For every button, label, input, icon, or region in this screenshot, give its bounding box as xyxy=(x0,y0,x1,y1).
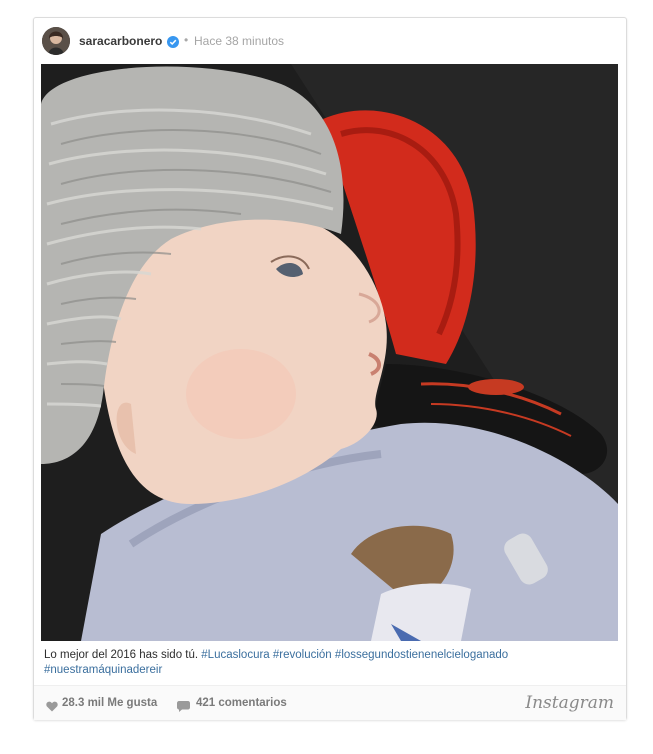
hashtag-link[interactable]: #nuestramáquinadereir xyxy=(44,664,162,676)
hashtag-link[interactable]: #lossegundostienenelcieloganado xyxy=(335,649,508,661)
heart-icon[interactable] xyxy=(46,699,58,712)
hashtag-link[interactable]: #Lucaslocura xyxy=(201,649,269,661)
comment-bubble-icon[interactable] xyxy=(177,699,190,712)
separator-dot: • xyxy=(184,33,189,47)
instagram-logo[interactable]: Instagram xyxy=(525,693,614,713)
post-footer: 28.3 mil Me gusta 421 comentarios Instag… xyxy=(34,685,626,720)
comments-count[interactable]: 421 comentarios xyxy=(196,697,287,709)
username[interactable]: saracarbonero xyxy=(79,34,162,48)
instagram-post-card: saracarbonero • Hace 38 minutos Lo mejor… xyxy=(33,17,627,720)
post-timestamp[interactable]: Hace 38 minutos xyxy=(194,34,284,48)
verified-badge-icon xyxy=(167,35,179,48)
post-photo[interactable] xyxy=(41,64,618,641)
post-header: saracarbonero • Hace 38 minutos xyxy=(34,18,626,64)
likes-count[interactable]: 28.3 mil Me gusta xyxy=(62,697,157,709)
avatar[interactable] xyxy=(42,27,70,55)
caption-text: Lo mejor del 2016 has sido tú. xyxy=(44,649,202,661)
hashtag-link[interactable]: #revolución xyxy=(273,649,332,661)
post-caption: Lo mejor del 2016 has sido tú. #Lucasloc… xyxy=(44,648,604,678)
